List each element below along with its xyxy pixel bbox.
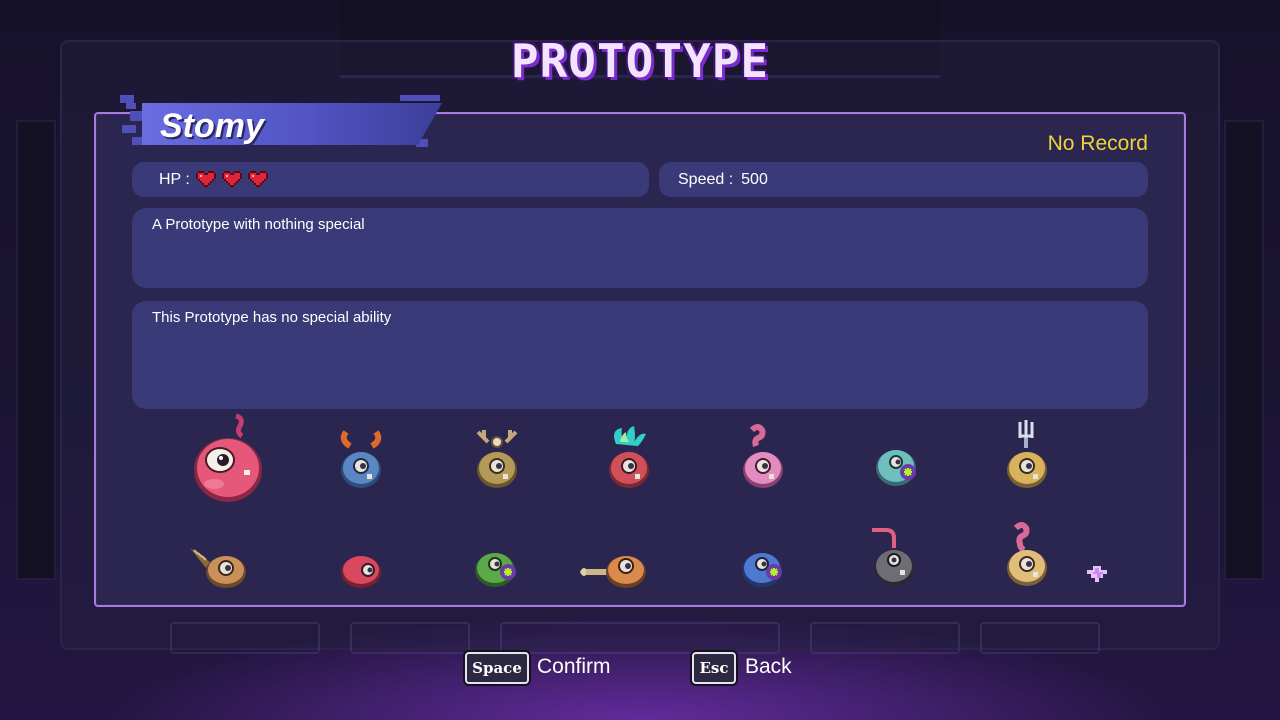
description-box: A Prototype with nothing special [132, 208, 1148, 288]
creature-pink-tail[interactable] [736, 422, 816, 512]
heart-icon [195, 170, 216, 189]
esc-key-label: Esc [699, 659, 729, 677]
ability-box: This Prototype has no special ability [132, 301, 1148, 409]
background-menu-strip [170, 612, 1110, 662]
confirm-button[interactable]: Confirm [537, 655, 611, 679]
background-right-pillar [1224, 120, 1264, 580]
background-left-pillar [16, 120, 56, 580]
ability-text: This Prototype has no special ability [152, 309, 392, 326]
screen-title: PROTOTYPE [510, 34, 770, 88]
selection-cursor-icon [1087, 566, 1107, 584]
creature-trident[interactable] [1000, 418, 1080, 508]
record-status: No Record [1047, 132, 1148, 155]
description-text: A Prototype with nothing special [152, 216, 365, 233]
creature-trumpet[interactable] [578, 544, 650, 590]
creature-stomy[interactable] [188, 412, 268, 504]
creature-mint-blob[interactable] [870, 440, 950, 530]
creature-blue-blob[interactable] [738, 542, 790, 590]
hp-stat: HP : [132, 162, 649, 197]
creature-crab-claw[interactable] [334, 428, 414, 518]
speed-label: Speed : [678, 170, 734, 188]
space-key-button[interactable]: Space [465, 652, 529, 684]
creature-red-blob[interactable] [336, 546, 386, 590]
character-name-tab: Stomy [120, 95, 446, 151]
back-button[interactable]: Back [745, 655, 792, 679]
creature-drill[interactable] [188, 542, 252, 592]
creature-green-blob[interactable] [470, 542, 524, 590]
heart-icon [247, 170, 268, 189]
creature-pink-tail-yellow[interactable] [1000, 520, 1054, 588]
creature-leaf-crown[interactable] [602, 424, 682, 514]
hp-label: HP : [159, 170, 190, 188]
space-key-label: Space [472, 659, 522, 677]
creature-hook[interactable] [868, 522, 922, 588]
esc-key-button[interactable]: Esc [692, 652, 736, 684]
speed-stat: Speed : 500 [659, 162, 1148, 197]
character-name: Stomy [160, 107, 264, 145]
heart-icon [221, 170, 242, 189]
creature-antler[interactable] [470, 426, 550, 516]
speed-value: 500 [741, 170, 768, 188]
